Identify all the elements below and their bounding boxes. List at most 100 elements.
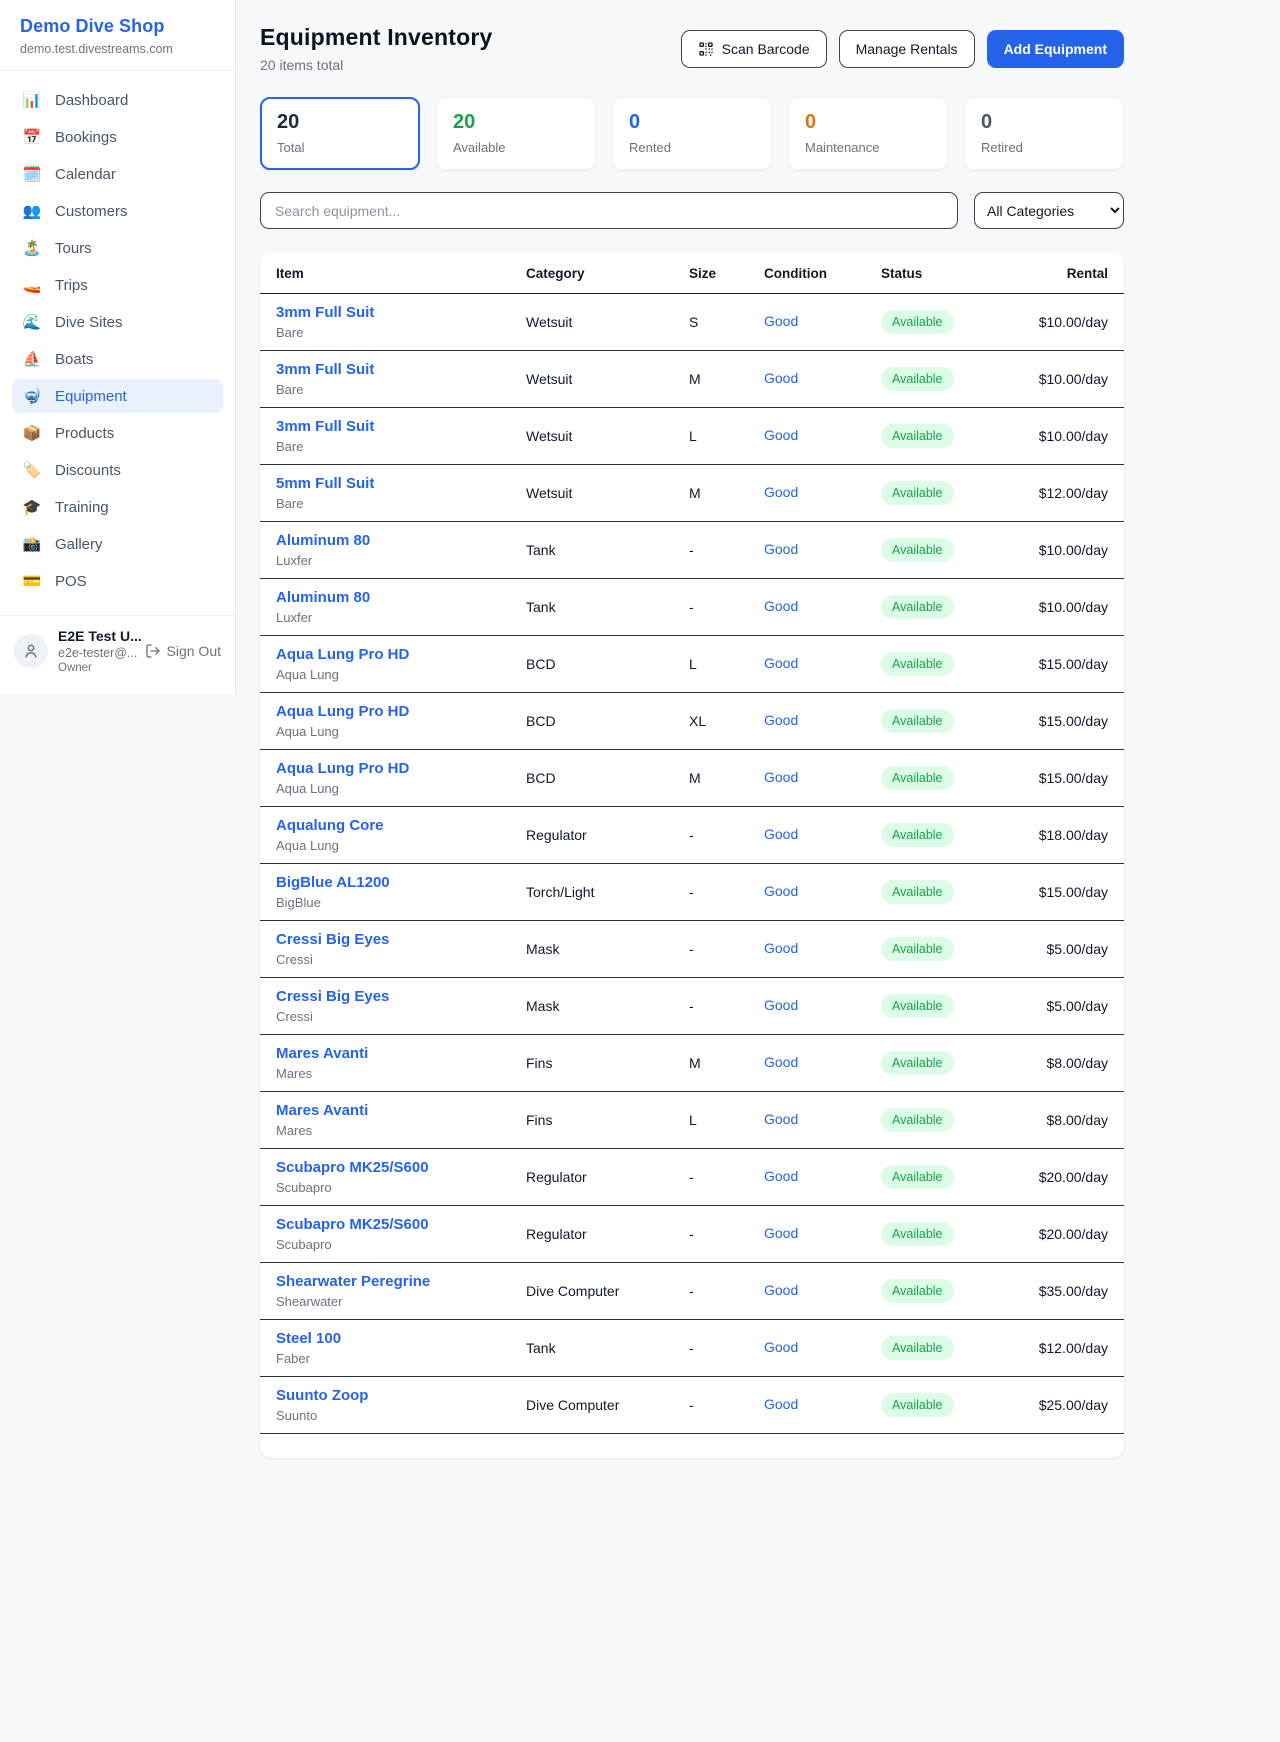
sidebar-item-calendar[interactable]: 🗓️ Calendar [12, 157, 223, 191]
item-link[interactable]: Scubapro MK25/S600 [276, 1159, 494, 1176]
item-condition[interactable]: Good [764, 1054, 798, 1070]
table-row: 3mm Full Suit Bare Wetsuit S Good Availa… [260, 294, 1124, 351]
sidebar-item-trips[interactable]: 🚤 Trips [12, 268, 223, 302]
sidebar-nav: 📊 Dashboard 📅 Bookings 🗓️ Calendar 👥 Cus… [0, 71, 235, 609]
item-condition[interactable]: Good [764, 1111, 798, 1127]
sidebar-item-label: Dashboard [55, 92, 128, 109]
item-condition[interactable]: Good [764, 997, 798, 1013]
sidebar-item-boats[interactable]: ⛵ Boats [12, 342, 223, 376]
item-size: - [673, 1149, 748, 1206]
item-link[interactable]: Steel 100 [276, 1330, 494, 1347]
item-condition[interactable]: Good [764, 769, 798, 785]
status-badge: Available [881, 709, 954, 733]
category-select[interactable]: All Categories [974, 192, 1124, 229]
item-category: Wetsuit [510, 465, 673, 522]
stat-label: Maintenance [805, 140, 931, 155]
item-link[interactable]: Cressi Big Eyes [276, 988, 494, 1005]
item-brand: Bare [276, 325, 494, 340]
item-link[interactable]: Aqualung Core [276, 817, 494, 834]
item-brand: Bare [276, 496, 494, 511]
sidebar-item-discounts[interactable]: 🏷️ Discounts [12, 453, 223, 487]
item-rental: $12.00/day [1005, 1320, 1124, 1377]
item-condition[interactable]: Good [764, 1396, 798, 1412]
item-category: Dive Computer [510, 1377, 673, 1434]
stat-value: 0 [981, 111, 1107, 134]
item-condition[interactable]: Good [764, 1339, 798, 1355]
sidebar-item-customers[interactable]: 👥 Customers [12, 194, 223, 228]
sidebar-item-training[interactable]: 🎓 Training [12, 490, 223, 524]
item-link[interactable]: Aqua Lung Pro HD [276, 703, 494, 720]
sidebar-item-gallery[interactable]: 📸 Gallery [12, 527, 223, 561]
item-brand: BigBlue [276, 895, 494, 910]
item-condition[interactable]: Good [764, 655, 798, 671]
table-row: BigBlue AL1200 BigBlue Torch/Light - Goo… [260, 864, 1124, 921]
add-equipment-button[interactable]: Add Equipment [987, 30, 1124, 68]
sidebar-item-tours[interactable]: 🏝️ Tours [12, 231, 223, 265]
item-condition[interactable]: Good [764, 484, 798, 500]
sidebar-item-products[interactable]: 📦 Products [12, 416, 223, 450]
item-link[interactable]: Shearwater Peregrine [276, 1273, 494, 1290]
barcode-icon [698, 41, 714, 57]
item-condition[interactable]: Good [764, 1225, 798, 1241]
scan-barcode-button[interactable]: Scan Barcode [681, 30, 827, 68]
stat-card-maintenance[interactable]: 0 Maintenance [788, 97, 948, 170]
shop-name[interactable]: Demo Dive Shop [20, 16, 215, 37]
item-condition[interactable]: Good [764, 1282, 798, 1298]
item-link[interactable]: Mares Avanti [276, 1102, 494, 1119]
item-link[interactable]: Cressi Big Eyes [276, 931, 494, 948]
stat-card-retired[interactable]: 0 Retired [964, 97, 1124, 170]
item-size: M [673, 465, 748, 522]
manage-rentals-button[interactable]: Manage Rentals [839, 30, 975, 68]
scan-barcode-label: Scan Barcode [722, 41, 810, 57]
item-size: - [673, 1263, 748, 1320]
item-link[interactable]: BigBlue AL1200 [276, 874, 494, 891]
sign-out-button[interactable]: Sign Out [145, 643, 221, 659]
search-input[interactable] [260, 192, 958, 229]
item-link[interactable]: Aqua Lung Pro HD [276, 760, 494, 777]
item-category: BCD [510, 636, 673, 693]
item-size: - [673, 807, 748, 864]
item-link[interactable]: Scubapro MK25/S600 [276, 1216, 494, 1233]
item-rental: $15.00/day [1005, 864, 1124, 921]
item-condition[interactable]: Good [764, 598, 798, 614]
sidebar-item-bookings[interactable]: 📅 Bookings [12, 120, 223, 154]
sidebar-item-label: Tours [55, 240, 92, 257]
item-link[interactable]: Aqua Lung Pro HD [276, 646, 494, 663]
item-link[interactable]: Suunto Zoop [276, 1387, 494, 1404]
table-row: Cressi Big Eyes Cressi Mask - Good Avail… [260, 921, 1124, 978]
item-condition[interactable]: Good [764, 1168, 798, 1184]
item-link[interactable]: Aluminum 80 [276, 589, 494, 606]
item-rental: $8.00/day [1005, 1092, 1124, 1149]
item-condition[interactable]: Good [764, 712, 798, 728]
item-condition[interactable]: Good [764, 541, 798, 557]
item-condition[interactable]: Good [764, 370, 798, 386]
item-condition[interactable]: Good [764, 940, 798, 956]
item-category: Wetsuit [510, 294, 673, 351]
item-size: - [673, 1320, 748, 1377]
item-link[interactable]: Aluminum 80 [276, 532, 494, 549]
item-link[interactable]: 5mm Full Suit [276, 475, 494, 492]
item-link[interactable]: 3mm Full Suit [276, 304, 494, 321]
item-size: M [673, 750, 748, 807]
item-condition[interactable]: Good [764, 826, 798, 842]
sidebar-item-pos[interactable]: 💳 POS [12, 564, 223, 598]
sidebar-item-equipment[interactable]: 🤿 Equipment [12, 379, 223, 413]
sidebar-item-label: Discounts [55, 462, 121, 479]
item-link[interactable]: 3mm Full Suit [276, 361, 494, 378]
stats-row: 20 Total 20 Available 0 Rented 0 Mainten… [260, 97, 1124, 170]
status-badge: Available [881, 538, 954, 562]
item-condition[interactable]: Good [764, 427, 798, 443]
item-link[interactable]: 3mm Full Suit [276, 418, 494, 435]
sidebar-item-dashboard[interactable]: 📊 Dashboard [12, 83, 223, 117]
stat-card-total[interactable]: 20 Total [260, 97, 420, 170]
item-condition[interactable]: Good [764, 313, 798, 329]
stat-card-rented[interactable]: 0 Rented [612, 97, 772, 170]
stat-card-available[interactable]: 20 Available [436, 97, 596, 170]
item-link[interactable]: Mares Avanti [276, 1045, 494, 1062]
user-email: e2e-tester@... [58, 646, 135, 660]
sign-out-label: Sign Out [167, 643, 221, 659]
sidebar-item-dive-sites[interactable]: 🌊 Dive Sites [12, 305, 223, 339]
table-row: Scubapro MK25/S600 Scubapro Regulator - … [260, 1149, 1124, 1206]
item-brand: Luxfer [276, 610, 494, 625]
item-condition[interactable]: Good [764, 883, 798, 899]
